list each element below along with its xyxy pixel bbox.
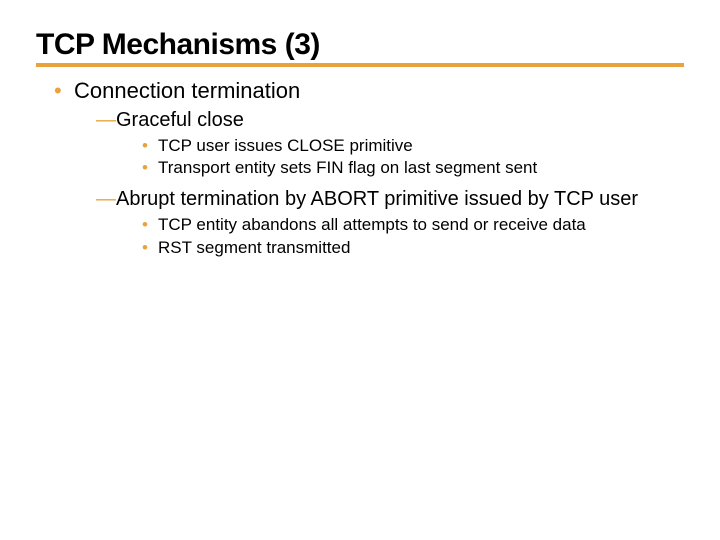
title-block: TCP Mechanisms (3) bbox=[36, 28, 684, 67]
slide-title: TCP Mechanisms (3) bbox=[36, 28, 684, 61]
bullet-item: TCP user issues CLOSE primitive bbox=[142, 135, 684, 158]
bullet-item: —Abrupt termination by ABORT primitive i… bbox=[114, 186, 684, 260]
dash-icon: — bbox=[96, 188, 116, 210]
bullet-item: Connection termination —Graceful close T… bbox=[54, 77, 684, 260]
bullet-text: RST segment transmitted bbox=[158, 238, 350, 257]
dash-icon: — bbox=[96, 109, 116, 131]
bullet-item: RST segment transmitted bbox=[142, 237, 684, 260]
bullet-list-level-2: —Graceful close TCP user issues CLOSE pr… bbox=[74, 107, 684, 261]
bullet-list-level-3: TCP entity abandons all attempts to send… bbox=[114, 214, 684, 260]
bullet-text: Transport entity sets FIN flag on last s… bbox=[158, 158, 537, 177]
bullet-item: Transport entity sets FIN flag on last s… bbox=[142, 157, 684, 180]
bullet-text: Graceful close bbox=[116, 109, 244, 131]
bullet-text: Connection termination bbox=[74, 78, 300, 103]
bullet-text: TCP entity abandons all attempts to send… bbox=[158, 215, 586, 234]
bullet-text: TCP user issues CLOSE primitive bbox=[158, 136, 413, 155]
bullet-list-level-3: TCP user issues CLOSE primitive Transpor… bbox=[114, 135, 684, 181]
bullet-text: Abrupt termination by ABORT primitive is… bbox=[116, 188, 638, 210]
bullet-list-level-1: Connection termination —Graceful close T… bbox=[36, 77, 684, 260]
bullet-item: —Graceful close TCP user issues CLOSE pr… bbox=[114, 107, 684, 181]
bullet-item: TCP entity abandons all attempts to send… bbox=[142, 214, 684, 237]
slide: TCP Mechanisms (3) Connection terminatio… bbox=[0, 0, 720, 540]
